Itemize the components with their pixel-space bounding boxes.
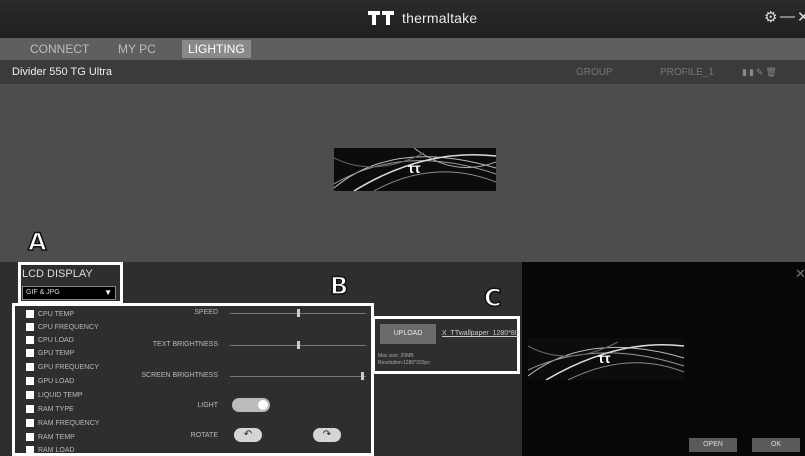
checkbox[interactable]: [26, 419, 34, 427]
checkbox[interactable]: [26, 323, 34, 331]
sensor-item[interactable]: LIQUID TEMP: [26, 391, 83, 399]
sensor-label: RAM TYPE: [38, 405, 74, 413]
rotate-right-icon: ↷: [322, 429, 332, 440]
tab-connect[interactable]: CONNECT: [24, 40, 95, 58]
resolution-text: Resolution:1280*320px: [378, 360, 430, 366]
title-bar: thermaltake ⚙ — ✕: [0, 0, 805, 38]
sensor-item[interactable]: GPU LOAD: [26, 377, 74, 385]
sensor-label: GPU TEMP: [38, 349, 75, 357]
close-icon[interactable]: ✕: [797, 8, 805, 26]
checkbox[interactable]: [26, 363, 34, 371]
lcd-preview-image: ττ: [334, 148, 496, 191]
annotation-a: A: [27, 227, 47, 257]
display-mode-dropdown[interactable]: GIF & JPG ▼: [22, 286, 116, 300]
dialog-lcd-preview: ττ: [528, 338, 684, 380]
rotate-label: ROTATE: [190, 432, 218, 439]
main-nav: CONNECT MY PC LIGHTING: [0, 38, 805, 60]
sensor-label: CPU LOAD: [38, 336, 74, 344]
checkbox[interactable]: [26, 405, 34, 413]
sensor-item[interactable]: RAM FREQUENCY: [26, 419, 99, 427]
sensor-item[interactable]: CPU LOAD: [26, 336, 74, 344]
checkbox[interactable]: [26, 336, 34, 344]
sensor-item[interactable]: RAM LOAD: [26, 446, 75, 454]
rotate-left-button[interactable]: ↶: [234, 428, 262, 442]
close-icon[interactable]: ✕: [795, 266, 805, 282]
lcd-display-title: LCD DISPLAY: [22, 268, 93, 280]
sensor-label: LIQUID TEMP: [38, 391, 83, 399]
annotation-c: C: [483, 283, 502, 313]
sensor-label: CPU TEMP: [38, 310, 75, 318]
sensor-label: RAM LOAD: [38, 446, 75, 454]
save-as-icon[interactable]: ▮: [749, 67, 756, 77]
sensor-label: RAM FREQUENCY: [38, 419, 100, 427]
sensor-label: CPU FREQUENCY: [38, 323, 99, 331]
lcd-logo-icon: ττ: [408, 160, 421, 176]
uploaded-file-link[interactable]: X_TTwallpaper_1280*80: [442, 330, 519, 337]
display-mode-value: GIF & JPG: [26, 289, 60, 296]
device-name: Divider 550 TG Ultra: [12, 66, 113, 78]
lcd-logo-icon: ττ: [598, 350, 611, 366]
sensor-label: GPU FREQUENCY: [38, 363, 100, 371]
ok-button[interactable]: OK: [752, 438, 800, 452]
sensor-label: RAM TEMP: [38, 433, 75, 441]
profile-selector[interactable]: PROFILE_1: [660, 67, 714, 78]
brand-name: thermaltake: [402, 10, 478, 26]
sensor-item[interactable]: RAM TYPE: [26, 405, 74, 413]
toggle-knob: [258, 400, 268, 410]
rotate-right-button[interactable]: ↷: [313, 428, 341, 442]
annotation-b: B: [329, 271, 349, 301]
speed-label: SPEED: [194, 309, 218, 316]
profile-actions: ▮▮✎🗑: [742, 67, 779, 78]
open-button[interactable]: OPEN: [689, 438, 737, 452]
sensor-item[interactable]: CPU FREQUENCY: [26, 323, 99, 331]
group-button[interactable]: GROUP: [576, 67, 613, 78]
checkbox[interactable]: [26, 349, 34, 357]
chevron-down-icon: ▼: [104, 288, 112, 297]
sensor-item[interactable]: GPU FREQUENCY: [26, 363, 99, 371]
rotate-left-icon: ↶: [243, 429, 253, 440]
checkbox[interactable]: [26, 377, 34, 385]
tab-lighting[interactable]: LIGHTING: [182, 40, 251, 58]
thermaltake-logo-icon: [368, 11, 394, 25]
device-bar: Divider 550 TG Ultra GROUP PROFILE_1 ▮▮✎…: [0, 60, 805, 84]
sensor-item[interactable]: RAM TEMP: [26, 433, 75, 441]
speed-slider-handle[interactable]: [297, 309, 300, 317]
screen-brightness-label: SCREEN BRIGHTNESS: [141, 372, 218, 379]
checkbox[interactable]: [26, 310, 34, 318]
text-brightness-slider-handle[interactable]: [297, 341, 300, 349]
light-label: LIGHT: [197, 402, 218, 409]
sensor-item[interactable]: CPU TEMP: [26, 310, 74, 318]
brand-logo: thermaltake: [368, 10, 477, 26]
checkbox[interactable]: [26, 391, 34, 399]
sensor-label: GPU LOAD: [38, 377, 75, 385]
upload-button[interactable]: UPLOAD: [380, 324, 436, 344]
checkbox[interactable]: [26, 446, 34, 454]
text-brightness-label: TEXT BRIGHTNESS: [152, 341, 218, 348]
screen-brightness-slider[interactable]: [230, 376, 366, 377]
tab-my-pc[interactable]: MY PC: [112, 40, 162, 58]
light-toggle[interactable]: [232, 398, 270, 412]
gear-icon[interactable]: ⚙: [764, 8, 777, 26]
delete-icon[interactable]: 🗑: [765, 67, 778, 77]
sensor-item[interactable]: GPU TEMP: [26, 349, 74, 357]
max-size-text: Max size: 20MB: [378, 353, 414, 359]
checkbox[interactable]: [26, 433, 34, 441]
save-icon[interactable]: ▮: [742, 67, 749, 77]
minimize-icon[interactable]: —: [780, 8, 795, 25]
screen-brightness-slider-handle[interactable]: [361, 372, 364, 380]
